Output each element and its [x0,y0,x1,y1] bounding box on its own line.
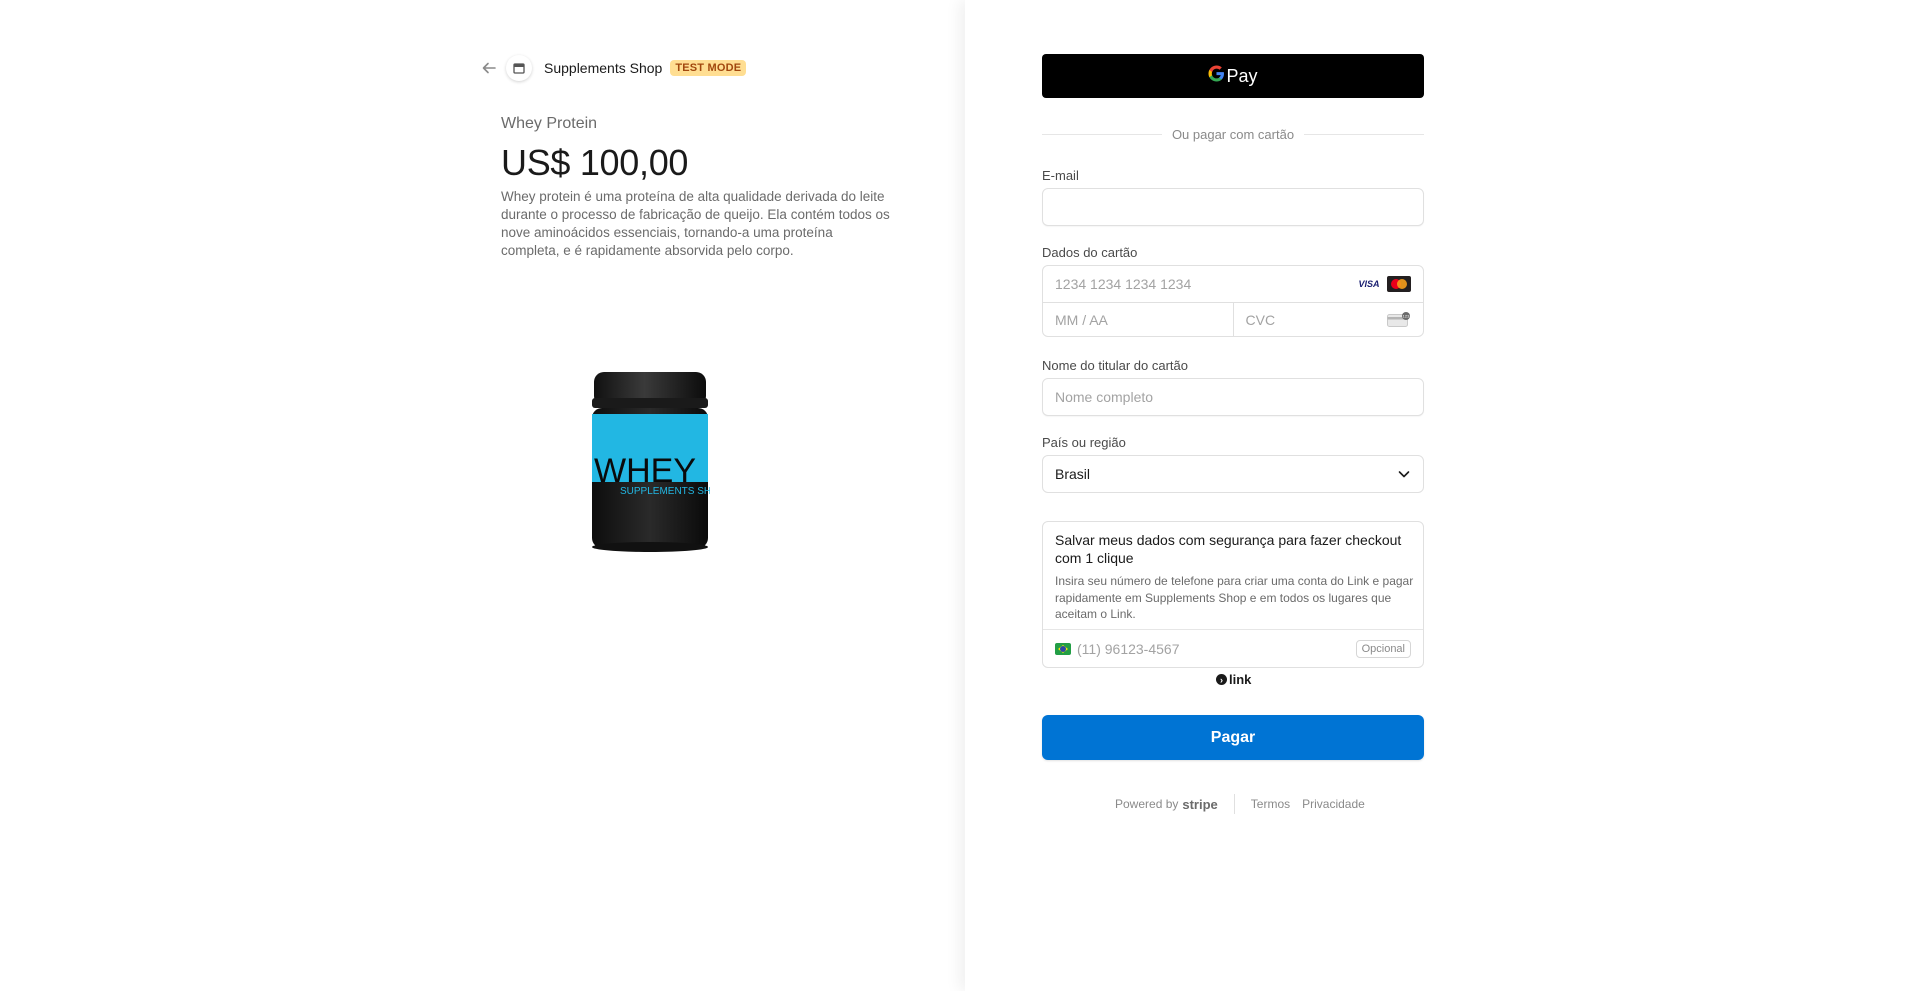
optional-badge: Opcional [1355,640,1411,658]
phone-row: Opcional [1043,629,1423,668]
link-logo: › link [1216,672,1251,687]
brazil-flag-icon[interactable] [1055,643,1071,655]
product-summary-pane: Supplements Shop TEST MODE Whey Protein … [0,0,965,991]
link-description: Insira seu número de telefone para criar… [1055,574,1414,621]
test-mode-badge: TEST MODE [670,60,747,76]
google-pay-button[interactable]: Pay [1042,54,1424,98]
email-label: E-mail [1042,168,1079,183]
country-label: País ou região [1042,435,1126,450]
email-field[interactable] [1042,188,1424,226]
divider-line [1042,133,1162,135]
svg-text:123: 123 [1403,314,1410,319]
card-details-box: VISA 123 [1042,265,1424,337]
product-description: Whey protein é uma proteína de alta qual… [501,189,890,258]
shop-name[interactable]: Supplements Shop [544,60,662,76]
expiry-input[interactable] [1043,302,1233,337]
product-price: US$ 100,00 [501,142,689,183]
visa-icon: VISA [1357,276,1381,292]
link-save-box: Salvar meus dados com segurança para faz… [1042,521,1424,668]
mastercard-icon [1387,276,1411,292]
cvc-card-icon: 123 [1387,312,1410,327]
merchant-header: Supplements Shop TEST MODE [480,55,747,81]
card-brands: VISA [1357,276,1411,292]
whey-label: WHEY [594,452,696,490]
brand-label: SUPPLEMENTS SHOP [620,486,710,497]
terms-link[interactable]: Termos [1251,797,1290,811]
expiry-cell [1043,302,1234,337]
cvc-cell: 123 [1233,302,1423,337]
back-arrow-icon[interactable] [480,59,498,77]
chevron-down-icon [1398,471,1410,478]
email-input[interactable] [1043,189,1423,225]
cardholder-label: Nome do titular do cartão [1042,358,1188,373]
link-logo-text: link [1229,672,1252,687]
cardholder-input[interactable] [1043,379,1423,415]
divider-text: Ou pagar com cartão [1171,126,1295,142]
pay-button[interactable]: Pagar [1042,715,1424,760]
privacy-link[interactable]: Privacidade [1302,797,1365,811]
cardholder-field[interactable] [1042,378,1424,416]
footer: Powered by stripe Termos Privacidade [1115,794,1377,814]
product-image: WHEY SUPPLEMENTS SHOP [590,368,726,554]
divider-line [1304,133,1424,135]
store-icon [506,55,532,81]
expiry-cvc-row: 123 [1043,302,1423,337]
payment-pane [965,0,1920,991]
stripe-logo[interactable]: stripe [1182,797,1217,812]
powered-by-text: Powered by [1115,797,1179,811]
card-divider: Ou pagar com cartão [1042,126,1424,142]
link-title: Salvar meus dados com segurança para faz… [1055,532,1402,566]
country-select[interactable]: Brasil [1042,455,1424,493]
product-name: Whey Protein [501,115,598,132]
link-icon: › [1216,674,1227,685]
country-value: Brasil [1055,466,1091,482]
footer-separator [1233,794,1235,814]
gpay-label: Pay [1226,65,1258,86]
card-number-row: VISA [1043,266,1423,303]
google-g-icon [1208,65,1225,87]
card-details-label: Dados do cartão [1042,245,1138,260]
phone-input[interactable] [1071,641,1356,657]
